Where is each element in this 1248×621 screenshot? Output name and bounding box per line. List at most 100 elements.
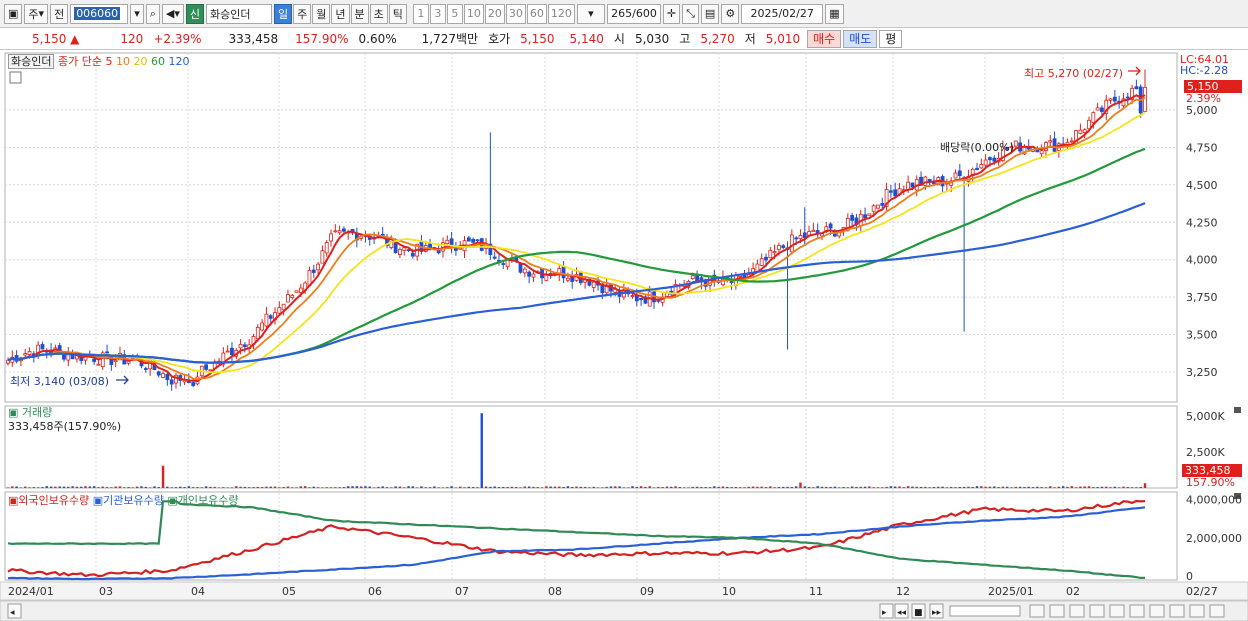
prev-button[interactable]: 전 <box>50 3 69 24</box>
x-tick-label: 12 <box>896 585 910 598</box>
volume-bar <box>695 486 699 488</box>
x-tick-label: 02/27 <box>1186 585 1218 598</box>
x-tick-label: 06 <box>368 585 382 598</box>
volume-bar <box>566 486 570 488</box>
candle-body <box>260 322 265 331</box>
gear-icon[interactable]: ⚙ <box>721 3 740 24</box>
volume-bar <box>437 487 440 488</box>
volume-bar <box>687 487 690 488</box>
volume-bar <box>704 487 707 488</box>
volume-bar <box>708 487 712 488</box>
volume-bar <box>885 486 888 488</box>
price-tick-label: 4,000 <box>1186 254 1218 267</box>
volume-bar <box>833 486 837 488</box>
interval-tab-60[interactable]: 60 <box>526 3 547 24</box>
volume-bar <box>247 487 251 488</box>
x-axis-band <box>0 581 1248 601</box>
period-tab-3[interactable]: 년 <box>331 3 350 24</box>
candle-body <box>143 368 148 370</box>
volume-bar <box>312 486 315 488</box>
interval-tab-1[interactable]: 1 <box>412 3 429 24</box>
current-pct-tag: 2.39% <box>1186 92 1221 105</box>
stock-name-label[interactable]: 화승인더 <box>8 54 55 69</box>
volume-bar <box>359 486 363 488</box>
period-tab-1[interactable]: 주 <box>293 3 312 24</box>
volume-bar <box>980 486 983 488</box>
volume-bar <box>153 486 156 488</box>
volume-bar <box>782 486 785 488</box>
volume-bar <box>1049 486 1052 488</box>
volume-bar <box>148 487 152 488</box>
volume-bar <box>614 486 617 488</box>
tool-icon-4 <box>1109 604 1125 618</box>
volume-bar <box>829 486 832 488</box>
volume-bar <box>984 486 987 488</box>
volume-bar <box>721 486 725 488</box>
volume-bar <box>58 486 61 488</box>
volume-bar <box>299 486 303 488</box>
crosshair-icon[interactable]: ✛ <box>662 3 681 24</box>
volume-bar <box>652 487 656 488</box>
interval-tab-5[interactable]: 5 <box>446 3 463 24</box>
buy-button[interactable]: 매수 <box>807 29 842 48</box>
dividend-note: 배당락(0.00%) <box>940 141 1014 154</box>
interval-dropdown[interactable]: ▾ <box>576 3 605 24</box>
volume-bar <box>734 486 738 488</box>
candle-body <box>105 351 109 354</box>
period-tab-4[interactable]: 분 <box>350 3 369 24</box>
candle-body <box>410 252 415 257</box>
volume-bar <box>1066 486 1069 488</box>
volume-bar <box>24 486 27 488</box>
search-icon[interactable]: ⌕ <box>145 3 160 24</box>
volume-bar <box>183 487 186 488</box>
volume-bar <box>321 487 324 488</box>
period-tab-5[interactable]: 초 <box>369 3 388 24</box>
interval-tab-120[interactable]: 120 <box>547 3 575 24</box>
interval-tab-30[interactable]: 30 <box>505 3 526 24</box>
volume-bar <box>140 486 143 488</box>
ma-prefix: 종가 단순 <box>57 55 102 68</box>
candle-body <box>893 189 898 197</box>
candle-body <box>27 351 32 355</box>
stock-code-input[interactable]: 006060 <box>70 3 129 24</box>
volume-bar <box>166 486 169 488</box>
save-icon[interactable]: ▤ <box>700 3 720 24</box>
mode-select[interactable]: 주 ▾ <box>24 3 49 24</box>
period-tab-6[interactable]: 틱 <box>388 3 407 24</box>
volume-bar <box>157 487 160 488</box>
speaker-icon[interactable]: ◀▾ <box>161 3 184 24</box>
period-tab-0[interactable]: 일 <box>274 3 293 24</box>
period-tab-2[interactable]: 월 <box>312 3 331 24</box>
candle-body <box>794 237 799 240</box>
candle-body <box>639 297 644 301</box>
code-dropdown-icon[interactable]: ▾ <box>130 3 144 24</box>
volume-bar <box>1096 486 1099 488</box>
interval-tab-10[interactable]: 10 <box>463 3 484 24</box>
candle-body <box>1078 129 1083 134</box>
volume-bar <box>855 486 858 488</box>
volume-bar <box>747 486 750 488</box>
sell-button[interactable]: 매도 <box>843 29 878 48</box>
volume-bar <box>75 486 79 488</box>
volume-bar <box>286 486 290 488</box>
stock-chart[interactable]: 2024/01 03 04 05 06 07 08 09 10 11 12 2025/01 02 02/2… <box>0 50 1248 621</box>
volume-value: 333,458 <box>228 31 279 46</box>
interval-tab-20[interactable]: 20 <box>484 3 505 24</box>
high-value: 5,270 <box>700 31 735 46</box>
hc-label: HC:-2.28 <box>1180 64 1229 77</box>
candle-body <box>527 271 532 277</box>
volume-bar <box>570 486 574 488</box>
draw-icon[interactable]: ⤡ <box>682 3 699 24</box>
date-input[interactable]: 2025/02/27 <box>741 3 824 24</box>
candle-body <box>454 248 458 251</box>
stock-name[interactable]: 화승인더 <box>206 3 272 24</box>
eval-button[interactable]: 평 <box>879 29 903 48</box>
volume-bar <box>850 486 854 488</box>
candle-body <box>466 237 471 242</box>
ma20-label: 20 <box>133 55 148 68</box>
calendar-icon[interactable]: ▦ <box>825 3 844 24</box>
window-menu-icon[interactable]: ▣ <box>4 3 23 24</box>
bar-count-input[interactable]: 265/600 <box>606 3 661 24</box>
volume-bar <box>738 487 742 488</box>
interval-tab-3[interactable]: 3 <box>429 3 446 24</box>
